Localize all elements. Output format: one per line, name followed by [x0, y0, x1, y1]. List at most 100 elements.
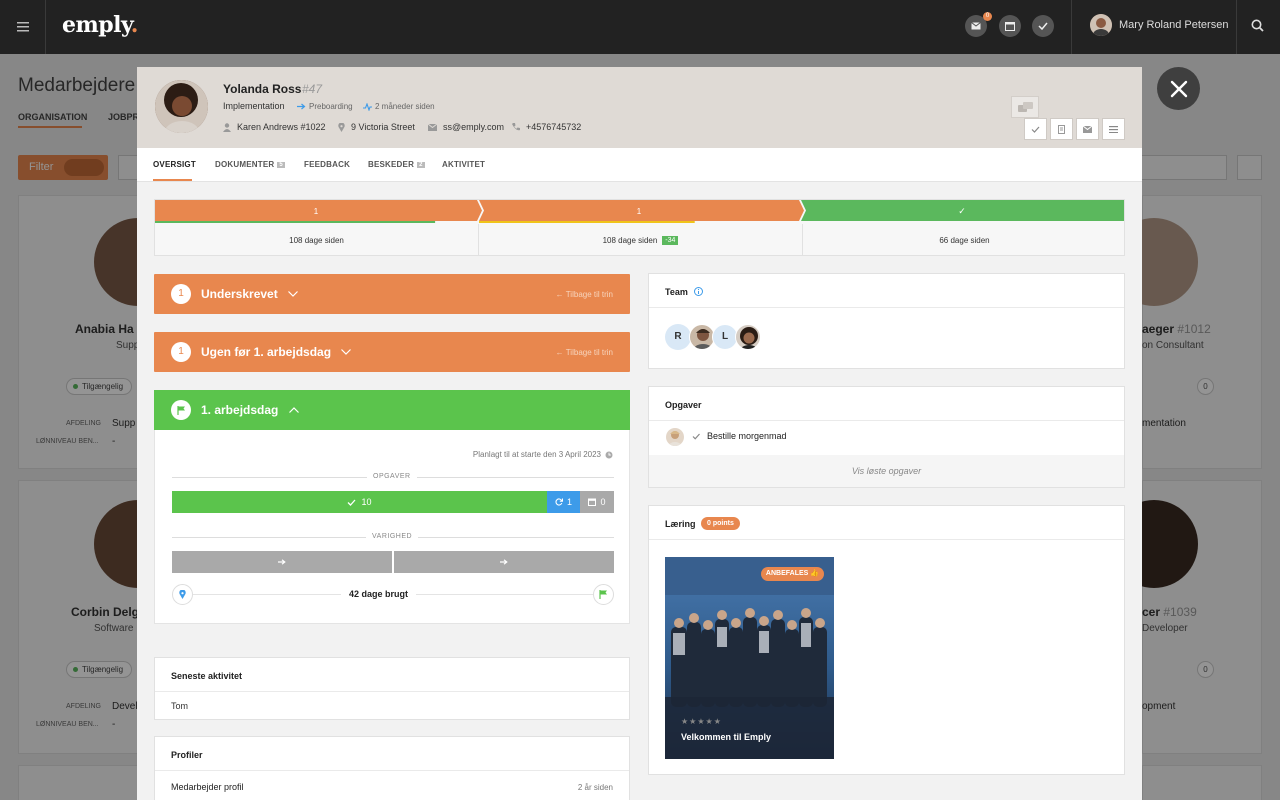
current-stage-panel: 1. arbejdsdag Planlagt til at starte den…: [154, 390, 630, 624]
onboarding-progress: 1 1 ✓ 108 dage siden 108 dage siden -34 6…: [154, 199, 1125, 256]
progress-step-status: 108 dage siden -34: [479, 224, 803, 256]
profile-name: Yolanda Ross: [223, 82, 302, 96]
phase-status: Preboarding: [297, 102, 353, 111]
arrow-right-icon: [278, 559, 286, 565]
approve-button[interactable]: [1024, 118, 1047, 140]
tasks-panel: Opgaver Bestille morgenmad Vis løste opg…: [648, 386, 1125, 488]
profile-item[interactable]: Medarbejder profil: [171, 782, 244, 792]
arrow-right-icon: [500, 559, 508, 565]
document-button[interactable]: [1050, 118, 1073, 140]
tab-oversigt[interactable]: OVERSIGT: [153, 160, 196, 169]
profile-item-time: 2 år siden: [577, 783, 613, 792]
progress-step-1-label: 1: [314, 207, 319, 216]
info-icon: [694, 287, 704, 296]
points-badge: 0 points: [701, 517, 740, 530]
team-panel: Team R L: [648, 273, 1125, 369]
message-button[interactable]: [1076, 118, 1099, 140]
address-info: 9 Victoria Street: [338, 122, 415, 132]
stage-underskrevet[interactable]: 1 Underskrevet ← Tilbage til trin: [154, 274, 630, 314]
flag-icon: [171, 400, 191, 420]
panel-title: Seneste aktivitet: [171, 671, 243, 681]
email-info[interactable]: ss@emply.com: [428, 122, 504, 132]
team-member-avatar[interactable]: [735, 324, 761, 350]
hamburger-menu-icon[interactable]: [0, 0, 46, 54]
tasks-recurring-bar[interactable]: 1: [547, 491, 580, 513]
search-icon[interactable]: [1251, 19, 1264, 32]
progress-step-3-label: ✓: [958, 207, 966, 217]
course-card[interactable]: ANBEFALES 👍 ★★★★★ Velkommen til Emply: [665, 557, 834, 759]
latest-activity-panel: Seneste aktivitet Tom: [154, 657, 630, 720]
profile-header: Yolanda Ross #47 Implementation Preboard…: [137, 67, 1142, 148]
stage-ugen-foer[interactable]: 1 Ugen før 1. arbejdsdag ← Tilbage til t…: [154, 332, 630, 372]
employee-profile-modal: Yolanda Ross #47 Implementation Preboard…: [137, 67, 1142, 800]
mail-icon: [428, 123, 437, 131]
tab-feedback[interactable]: FEEDBACK: [304, 160, 350, 169]
top-bar: emply. 0 Mary Roland Petersen: [0, 0, 1280, 54]
profile-photo: [155, 80, 208, 133]
days-used: 42 dage brugt: [341, 589, 417, 599]
user-avatar[interactable]: [1090, 14, 1112, 36]
learning-panel: Læring 0 points ANBEFALES 👍 ★★★★★ Velkom…: [648, 505, 1125, 775]
task-item[interactable]: Bestille morgenmad: [707, 431, 787, 441]
overdue-badge: -34: [662, 235, 679, 245]
location-pin-icon: [338, 122, 345, 132]
phone-icon: [512, 123, 520, 131]
team-member-avatar[interactable]: R: [665, 324, 691, 350]
stage-first-day[interactable]: 1. arbejdsdag: [154, 390, 630, 430]
phone-info[interactable]: +4576745732: [512, 122, 581, 132]
chat-icon: [1017, 101, 1033, 112]
tab-beskeder[interactable]: BESKEDER 2: [368, 160, 425, 169]
progress-step-status: 108 dage siden: [155, 224, 479, 256]
tasks-pending-bar[interactable]: 0: [580, 491, 614, 513]
progress-step-status: 66 dage siden: [939, 235, 990, 245]
arrow-right-icon: [297, 103, 306, 110]
panel-title: Profiler: [171, 750, 203, 760]
stage-title: Underskrevet: [201, 287, 298, 301]
stage-number: 1: [171, 284, 191, 304]
document-icon: [1058, 124, 1065, 134]
course-rating[interactable]: ★★★★★: [681, 717, 722, 726]
app-logo[interactable]: emply.: [62, 12, 138, 38]
calendar-icon: [588, 498, 597, 506]
tab-aktivitet[interactable]: AKTIVITET: [442, 160, 485, 169]
tasks-done-bar[interactable]: 10: [172, 491, 547, 513]
chevron-up-icon: [288, 407, 299, 413]
more-menu-button[interactable]: [1102, 118, 1125, 140]
notification-badge: 0: [983, 12, 992, 21]
progress-step-2-subbar: [479, 221, 695, 223]
user-icon: [223, 122, 231, 132]
manager-info: Karen Andrews #1022: [223, 122, 326, 132]
back-to-step-link[interactable]: ← Tilbage til trin: [556, 348, 613, 357]
since-status: 2 måneder siden: [363, 102, 435, 111]
course-title: Velkommen til Emply: [681, 732, 772, 742]
course-image: [665, 557, 834, 759]
user-name[interactable]: Mary Roland Petersen: [1119, 19, 1228, 31]
panel-title: Team: [665, 287, 704, 297]
panel-title: Læring: [665, 519, 696, 529]
task-done-check-icon[interactable]: [692, 433, 700, 440]
profile-id: #47: [302, 82, 323, 96]
finish-flag-icon: [593, 584, 614, 605]
planned-start: Planlagt til at starte den 3 April 2023: [473, 450, 613, 459]
refresh-icon: [555, 498, 563, 506]
chat-button[interactable]: [1011, 96, 1039, 118]
panel-title: Opgaver: [665, 400, 702, 410]
check-icon[interactable]: [1032, 15, 1054, 37]
back-to-step-link[interactable]: ← Tilbage til trin: [556, 290, 613, 299]
location-pin-icon: [172, 584, 193, 605]
thumbs-up-icon: 👍: [810, 570, 819, 577]
stage-title: 1. arbejdsdag: [201, 403, 299, 417]
duration-bar: [172, 551, 392, 573]
show-done-tasks-link[interactable]: Vis løste opgaver: [649, 455, 1124, 487]
profiles-panel: Profiler Medarbejder profil 2 år siden: [154, 736, 630, 800]
calendar-icon[interactable]: [999, 15, 1021, 37]
tab-dokumenter[interactable]: DOKUMENTER 5: [215, 160, 285, 169]
check-icon: [1031, 126, 1040, 133]
progress-step-2-label: 1: [637, 207, 642, 216]
progress-steps: 1 1 ✓: [155, 200, 1124, 223]
mail-icon: [1083, 125, 1092, 133]
profile-tabs: OVERSIGT DOKUMENTER 5 FEEDBACK BESKEDER 2 …: [137, 148, 1142, 182]
close-modal-button[interactable]: [1157, 67, 1200, 110]
clock-icon: [605, 451, 613, 458]
task-assignee-avatar: [666, 428, 684, 446]
